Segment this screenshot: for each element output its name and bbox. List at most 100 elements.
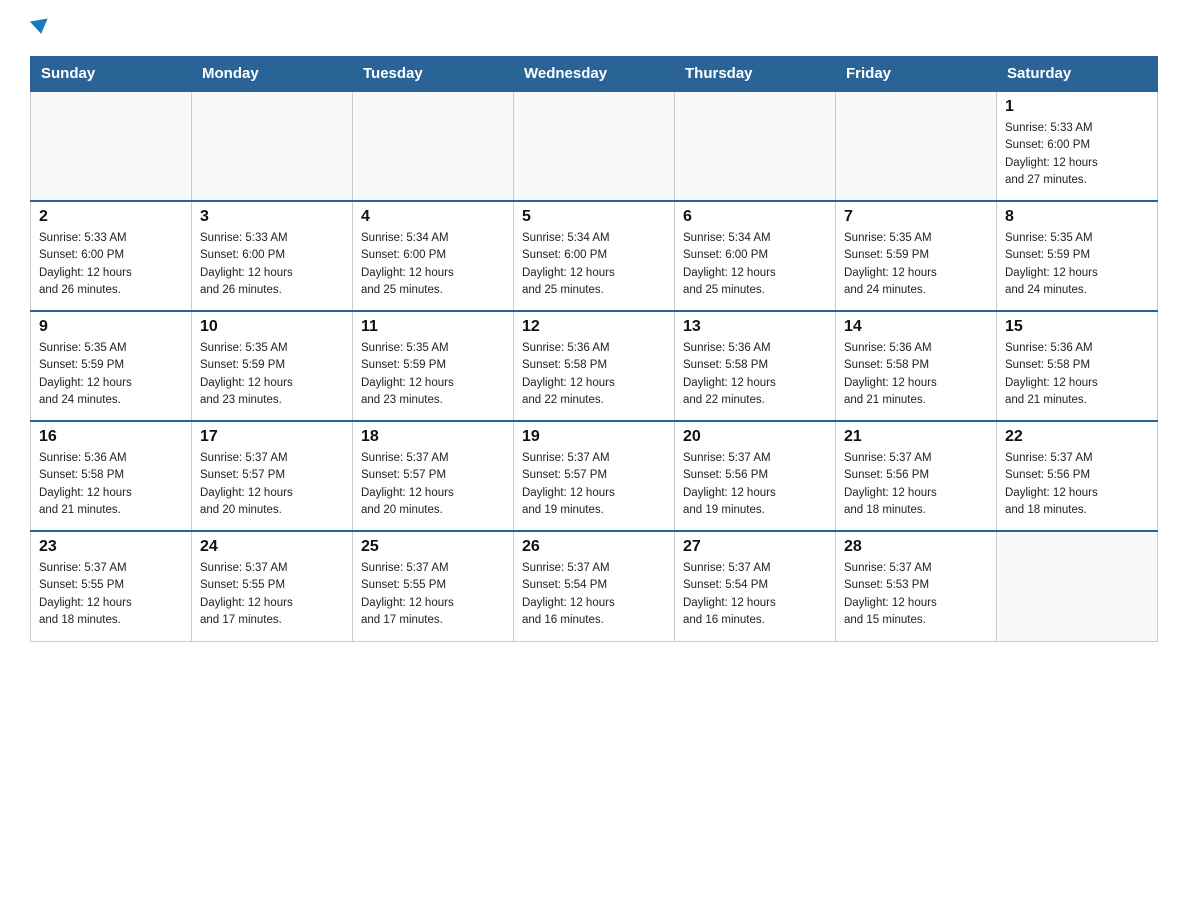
day-number: 26 — [522, 538, 666, 556]
day-number: 24 — [200, 538, 344, 556]
calendar-day-cell: 2 Sunrise: 5:33 AM Sunset: 6:00 PM Daylig… — [31, 201, 192, 311]
calendar-day-cell: 14Sunrise: 5:36 AM Sunset: 5:58 PM Dayli… — [836, 311, 997, 421]
calendar-week-row: 23 Sunrise: 5:37 AM Sunset: 5:55 PM Dayli… — [31, 531, 1158, 641]
day-info: Sunrise: 5:36 AM Sunset: 5:58 PM Dayligh… — [844, 340, 988, 409]
day-number: 6 — [683, 208, 827, 226]
col-header-monday: Monday — [192, 57, 353, 92]
day-number: 8 — [1005, 208, 1149, 226]
day-info: Sunrise: 5:34 AM Sunset: 6:00 PM Dayligh… — [683, 230, 827, 299]
day-number: 19 — [522, 428, 666, 446]
calendar-day-cell: 20 Sunrise: 5:37 AM Sunset: 5:56 PM Dayli… — [675, 421, 836, 531]
calendar-day-cell: 19 Sunrise: 5:37 AM Sunset: 5:57 PM Dayli… — [514, 421, 675, 531]
calendar-day-cell: 16 Sunrise: 5:36 AM Sunset: 5:58 PM Dayli… — [31, 421, 192, 531]
calendar-day-cell — [836, 91, 997, 201]
calendar-day-cell — [353, 91, 514, 201]
page-header — [30, 20, 1158, 38]
calendar-week-row: 1 Sunrise: 5:33 AM Sunset: 6:00 PM Daylig… — [31, 91, 1158, 201]
calendar-day-cell: 11 Sunrise: 5:35 AM Sunset: 5:59 PM Dayli… — [353, 311, 514, 421]
day-info: Sunrise: 5:37 AM Sunset: 5:54 PM Dayligh… — [683, 560, 827, 629]
day-number: 9 — [39, 318, 183, 336]
day-number: 23 — [39, 538, 183, 556]
day-number: 17 — [200, 428, 344, 446]
calendar-day-cell — [514, 91, 675, 201]
calendar-day-cell: 28 Sunrise: 5:37 AM Sunset: 5:53 PM Dayli… — [836, 531, 997, 641]
day-info: Sunrise: 5:37 AM Sunset: 5:57 PM Dayligh… — [522, 450, 666, 519]
day-number: 7 — [844, 208, 988, 226]
calendar-day-cell: 1 Sunrise: 5:33 AM Sunset: 6:00 PM Daylig… — [997, 91, 1158, 201]
calendar-day-cell: 15 Sunrise: 5:36 AM Sunset: 5:58 PM Dayli… — [997, 311, 1158, 421]
day-number: 4 — [361, 208, 505, 226]
day-info: Sunrise: 5:35 AM Sunset: 5:59 PM Dayligh… — [39, 340, 183, 409]
day-number: 16 — [39, 428, 183, 446]
logo — [30, 20, 49, 38]
calendar-week-row: 16 Sunrise: 5:36 AM Sunset: 5:58 PM Dayli… — [31, 421, 1158, 531]
day-number: 11 — [361, 318, 505, 336]
day-number: 21 — [844, 428, 988, 446]
day-number: 10 — [200, 318, 344, 336]
logo-triangle-icon — [30, 19, 50, 36]
day-info: Sunrise: 5:37 AM Sunset: 5:57 PM Dayligh… — [361, 450, 505, 519]
day-number: 3 — [200, 208, 344, 226]
day-info: Sunrise: 5:37 AM Sunset: 5:54 PM Dayligh… — [522, 560, 666, 629]
calendar-day-cell: 26 Sunrise: 5:37 AM Sunset: 5:54 PM Dayli… — [514, 531, 675, 641]
calendar-day-cell: 25 Sunrise: 5:37 AM Sunset: 5:55 PM Dayli… — [353, 531, 514, 641]
day-number: 22 — [1005, 428, 1149, 446]
day-info: Sunrise: 5:36 AM Sunset: 5:58 PM Dayligh… — [1005, 340, 1149, 409]
calendar-day-cell: 23 Sunrise: 5:37 AM Sunset: 5:55 PM Dayli… — [31, 531, 192, 641]
col-header-sunday: Sunday — [31, 57, 192, 92]
day-number: 27 — [683, 538, 827, 556]
calendar-week-row: 9 Sunrise: 5:35 AM Sunset: 5:59 PM Daylig… — [31, 311, 1158, 421]
calendar-day-cell: 18 Sunrise: 5:37 AM Sunset: 5:57 PM Dayli… — [353, 421, 514, 531]
calendar-day-cell: 22 Sunrise: 5:37 AM Sunset: 5:56 PM Dayli… — [997, 421, 1158, 531]
col-header-tuesday: Tuesday — [353, 57, 514, 92]
day-info: Sunrise: 5:37 AM Sunset: 5:53 PM Dayligh… — [844, 560, 988, 629]
calendar-day-cell: 6 Sunrise: 5:34 AM Sunset: 6:00 PM Daylig… — [675, 201, 836, 311]
calendar-day-cell: 8 Sunrise: 5:35 AM Sunset: 5:59 PM Daylig… — [997, 201, 1158, 311]
day-info: Sunrise: 5:36 AM Sunset: 5:58 PM Dayligh… — [522, 340, 666, 409]
calendar-day-cell: 4 Sunrise: 5:34 AM Sunset: 6:00 PM Daylig… — [353, 201, 514, 311]
day-info: Sunrise: 5:35 AM Sunset: 5:59 PM Dayligh… — [1005, 230, 1149, 299]
calendar-day-cell: 10 Sunrise: 5:35 AM Sunset: 5:59 PM Dayli… — [192, 311, 353, 421]
calendar-day-cell — [675, 91, 836, 201]
day-info: Sunrise: 5:35 AM Sunset: 5:59 PM Dayligh… — [361, 340, 505, 409]
calendar-day-cell: 3 Sunrise: 5:33 AM Sunset: 6:00 PM Daylig… — [192, 201, 353, 311]
day-number: 20 — [683, 428, 827, 446]
calendar-week-row: 2 Sunrise: 5:33 AM Sunset: 6:00 PM Daylig… — [31, 201, 1158, 311]
day-info: Sunrise: 5:37 AM Sunset: 5:57 PM Dayligh… — [200, 450, 344, 519]
calendar-day-cell — [31, 91, 192, 201]
calendar-day-cell — [997, 531, 1158, 641]
calendar-day-cell — [192, 91, 353, 201]
day-info: Sunrise: 5:34 AM Sunset: 6:00 PM Dayligh… — [361, 230, 505, 299]
day-number: 13 — [683, 318, 827, 336]
day-info: Sunrise: 5:33 AM Sunset: 6:00 PM Dayligh… — [200, 230, 344, 299]
day-info: Sunrise: 5:37 AM Sunset: 5:56 PM Dayligh… — [844, 450, 988, 519]
day-number: 1 — [1005, 98, 1149, 116]
day-number: 28 — [844, 538, 988, 556]
day-info: Sunrise: 5:37 AM Sunset: 5:55 PM Dayligh… — [361, 560, 505, 629]
col-header-saturday: Saturday — [997, 57, 1158, 92]
day-info: Sunrise: 5:37 AM Sunset: 5:55 PM Dayligh… — [39, 560, 183, 629]
day-info: Sunrise: 5:33 AM Sunset: 6:00 PM Dayligh… — [39, 230, 183, 299]
day-info: Sunrise: 5:37 AM Sunset: 5:56 PM Dayligh… — [1005, 450, 1149, 519]
day-info: Sunrise: 5:36 AM Sunset: 5:58 PM Dayligh… — [39, 450, 183, 519]
day-info: Sunrise: 5:33 AM Sunset: 6:00 PM Dayligh… — [1005, 120, 1149, 189]
calendar-day-cell: 17 Sunrise: 5:37 AM Sunset: 5:57 PM Dayli… — [192, 421, 353, 531]
day-info: Sunrise: 5:34 AM Sunset: 6:00 PM Dayligh… — [522, 230, 666, 299]
calendar-day-cell: 9 Sunrise: 5:35 AM Sunset: 5:59 PM Daylig… — [31, 311, 192, 421]
day-number: 18 — [361, 428, 505, 446]
col-header-friday: Friday — [836, 57, 997, 92]
col-header-thursday: Thursday — [675, 57, 836, 92]
day-info: Sunrise: 5:35 AM Sunset: 5:59 PM Dayligh… — [200, 340, 344, 409]
day-number: 15 — [1005, 318, 1149, 336]
day-number: 12 — [522, 318, 666, 336]
day-number: 25 — [361, 538, 505, 556]
day-number: 2 — [39, 208, 183, 226]
calendar-header-row: SundayMondayTuesdayWednesdayThursdayFrid… — [31, 57, 1158, 92]
day-info: Sunrise: 5:37 AM Sunset: 5:56 PM Dayligh… — [683, 450, 827, 519]
calendar-day-cell: 12 Sunrise: 5:36 AM Sunset: 5:58 PM Dayli… — [514, 311, 675, 421]
calendar-day-cell: 13Sunrise: 5:36 AM Sunset: 5:58 PM Dayli… — [675, 311, 836, 421]
calendar-table: SundayMondayTuesdayWednesdayThursdayFrid… — [30, 56, 1158, 642]
calendar-day-cell: 21 Sunrise: 5:37 AM Sunset: 5:56 PM Dayli… — [836, 421, 997, 531]
calendar-day-cell: 5Sunrise: 5:34 AM Sunset: 6:00 PM Daylig… — [514, 201, 675, 311]
calendar-day-cell: 24Sunrise: 5:37 AM Sunset: 5:55 PM Dayli… — [192, 531, 353, 641]
